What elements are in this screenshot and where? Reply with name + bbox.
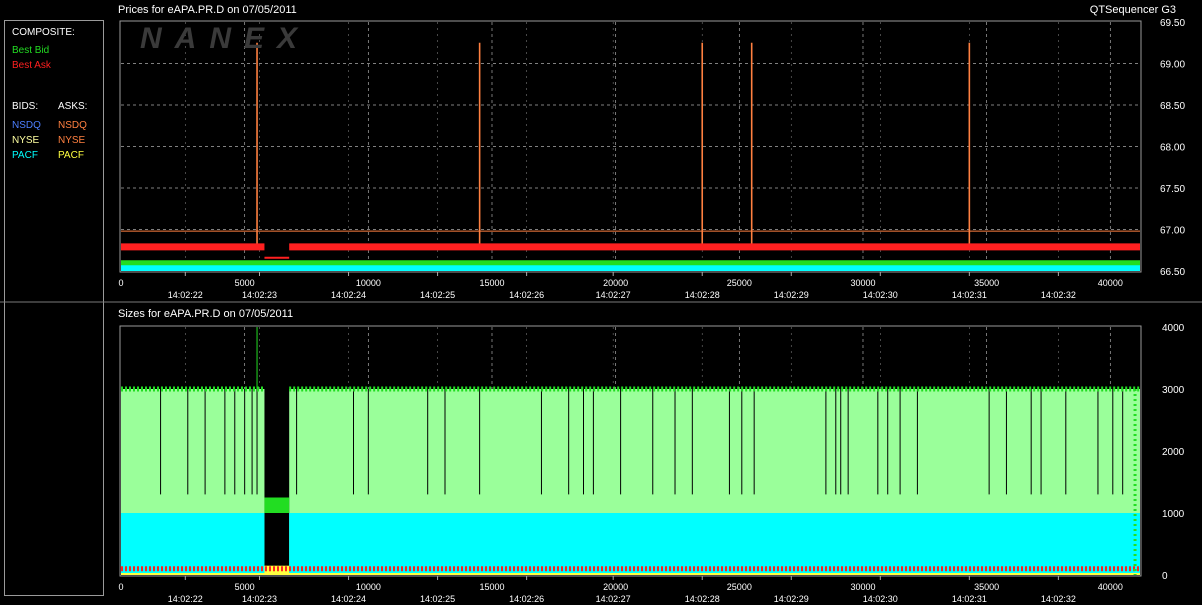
size-y-tick-label: 1000 [1162,509,1185,520]
price-x-tick-label: 30000 [850,278,875,288]
price-time-label: 14:02:28 [685,290,720,300]
price-time-label: 14:02:24 [331,290,366,300]
price-y-tick-label: 69.00 [1160,60,1185,71]
price-x-tick-label: 0 [118,278,123,288]
size-time-label: 14:02:29 [774,594,809,604]
price-x-tick-label: 5000 [235,278,255,288]
price-x-tick-label: 40000 [1098,278,1123,288]
price-time-label: 14:02:22 [168,290,203,300]
price-time-label: 14:02:27 [596,290,631,300]
size-x-tick-label: 35000 [974,582,999,592]
size-time-label: 14:02:31 [952,594,987,604]
pacf-size-area [121,513,265,575]
size-y-tick-label: 3000 [1162,385,1185,396]
size-time-label: 14:02:28 [685,594,720,604]
price-y-tick-label: 69.50 [1160,18,1185,29]
size-x-tick-label: 25000 [727,582,752,592]
size-time-label: 14:02:25 [420,594,455,604]
size-x-tick-label: 20000 [603,582,628,592]
price-time-label: 14:02:25 [420,290,455,300]
size-time-label: 14:02:24 [331,594,366,604]
price-y-tick-label: 67.00 [1160,226,1185,237]
size-y-tick-label: 2000 [1162,447,1185,458]
price-time-label: 14:02:30 [863,290,898,300]
size-time-label: 14:02:32 [1041,594,1076,604]
size-x-tick-label: 0 [118,582,123,592]
size-y-tick-label: 4000 [1162,323,1185,334]
size-time-label: 14:02:27 [596,594,631,604]
size-x-tick-label: 10000 [356,582,381,592]
size-time-label: 14:02:30 [863,594,898,604]
price-x-tick-label: 25000 [727,278,752,288]
size-x-tick-label: 30000 [850,582,875,592]
pacf-band [121,264,1140,271]
size-x-tick-label: 15000 [479,582,504,592]
size-x-tick-label: 40000 [1098,582,1123,592]
size-time-label: 14:02:23 [242,594,277,604]
nanex-watermark: NANEX [140,22,311,55]
price-y-tick-label: 66.50 [1160,267,1185,278]
price-time-label: 14:02:31 [952,290,987,300]
price-x-tick-label: 20000 [603,278,628,288]
size-x-tick-label: 5000 [235,582,255,592]
price-time-label: 14:02:23 [242,290,277,300]
size-time-label: 14:02:26 [509,594,544,604]
price-time-label: 14:02:26 [509,290,544,300]
pacf-size-area [289,513,1141,575]
price-time-label: 14:02:32 [1041,290,1076,300]
size-time-label: 14:02:22 [168,594,203,604]
price-y-tick-label: 68.00 [1160,143,1185,154]
price-y-tick-label: 67.50 [1160,184,1185,195]
gap-bid-block [264,497,290,513]
price-x-tick-label: 10000 [356,278,381,288]
charts-svg: 0 5000 10000 15000 20000 25000 30000 35000 40000… [0,18,1202,604]
price-y-tick-label: 68.50 [1160,101,1185,112]
price-time-label: 14:02:29 [774,290,809,300]
price-x-tick-label: 35000 [974,278,999,288]
price-x-tick-label: 15000 [479,278,504,288]
size-y-tick-label: 0 [1162,571,1168,582]
